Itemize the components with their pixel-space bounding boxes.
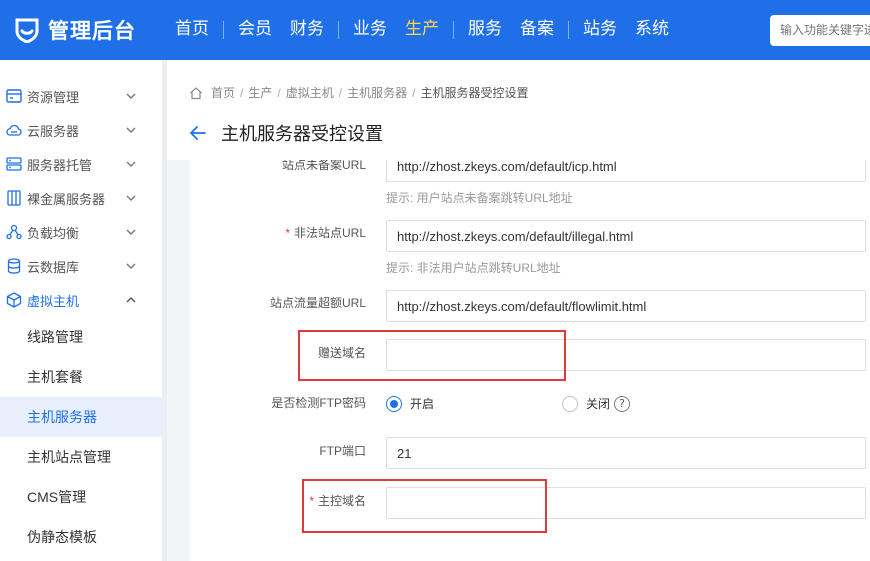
ftp-check-off-radio[interactable] <box>562 395 579 412</box>
nav-member[interactable]: 会员 <box>238 0 272 60</box>
chevron-down-icon <box>126 229 136 235</box>
ftp-check-radio-group: 开启 关闭 ? <box>386 395 631 412</box>
chevron-down-icon <box>126 127 136 133</box>
nav-finance[interactable]: 财务 <box>290 0 324 60</box>
ftp-check-label: 是否检测FTP密码 <box>271 396 366 410</box>
nav-system[interactable]: 系统 <box>635 0 669 60</box>
help-icon[interactable]: ? <box>614 395 631 412</box>
page-title: 主机服务器受控设置 <box>221 124 383 144</box>
nav-divider <box>338 21 339 39</box>
sidebar-sub-host-package[interactable]: 主机套餐 <box>0 357 162 397</box>
ftp-check-on-label[interactable]: 开启 <box>410 395 434 412</box>
flowlimit-url-label: 站点流量超额URL <box>269 296 366 310</box>
main-nav: 首页 会员 财务 业务 生产 服务 备案 站务 系统 <box>175 0 669 60</box>
icp-url-label: 站点未备案URL <box>281 160 366 172</box>
breadcrumb-home[interactable]: 首页 <box>211 84 235 101</box>
illegal-url-input[interactable] <box>386 220 866 252</box>
nav-filing[interactable]: 备案 <box>520 0 554 60</box>
breadcrumb-production[interactable]: 生产 <box>248 84 272 101</box>
icp-url-hint: 提示: 用户站点未备案跳转URL地址 <box>386 191 573 205</box>
sidebar-item-bare-metal[interactable]: 裸金属服务器 <box>0 181 162 215</box>
sidebar-sub-line-manage[interactable]: 线路管理 <box>0 317 162 357</box>
shield-logo-icon <box>15 18 39 43</box>
illegal-url-hint: 提示: 非法用户站点跳转URL地址 <box>386 261 561 275</box>
nav-divider <box>223 21 224 39</box>
highlight-box-gift-domain <box>298 330 566 381</box>
illegal-url-label: * 非法站点URL <box>285 226 366 240</box>
brand-logo[interactable]: 管理后台 <box>14 15 164 45</box>
ftp-port-label: FTP端口 <box>319 444 366 458</box>
sidebar-item-cloud-database[interactable]: 云数据库 <box>0 249 162 283</box>
sidebar-sub-rewrite-template[interactable]: 伪静态模板 <box>0 517 162 557</box>
chevron-down-icon <box>126 195 136 201</box>
sidebar-item-resource[interactable]: 资源管理 <box>0 79 162 113</box>
sidebar-sub-host-site[interactable]: 主机站点管理 <box>0 437 162 477</box>
sidebar: 资源管理 云服务器 服务器托管 裸金属服务器 负载均衡 云数据库 虚拟主机 线路… <box>0 60 162 561</box>
chevron-down-icon <box>126 263 136 269</box>
cube-icon <box>5 292 23 308</box>
nav-site-affairs[interactable]: 站务 <box>583 0 617 60</box>
nav-divider <box>568 21 569 39</box>
top-navbar: 管理后台 首页 会员 财务 业务 生产 服务 备案 站务 系统 <box>0 0 870 60</box>
title-row: 主机服务器受控设置 <box>189 120 383 146</box>
sidebar-sub-cms[interactable]: CMS管理 <box>0 477 162 517</box>
icp-url-input[interactable] <box>386 160 866 182</box>
flowlimit-url-input[interactable] <box>386 290 866 322</box>
ftp-check-on-radio[interactable] <box>386 395 402 412</box>
hosting-icon <box>5 156 23 172</box>
cloud-icon <box>5 122 23 138</box>
nav-service[interactable]: 服务 <box>468 0 502 60</box>
chevron-down-icon <box>126 93 136 99</box>
database-icon <box>5 258 23 274</box>
sidebar-item-cloud-server[interactable]: 云服务器 <box>0 113 162 147</box>
breadcrumb: 首页 / 生产 / 虚拟主机 / 主机服务器 / 主机服务器受控设置 <box>189 84 528 101</box>
chevron-up-icon <box>126 297 136 303</box>
sidebar-item-hosting[interactable]: 服务器托管 <box>0 147 162 181</box>
bare-metal-icon <box>5 190 23 206</box>
brand-name: 管理后台 <box>48 20 136 43</box>
sidebar-item-load-balance[interactable]: 负载均衡 <box>0 215 162 249</box>
ftp-check-off-label[interactable]: 关闭 <box>586 395 610 412</box>
nav-business[interactable]: 业务 <box>353 0 387 60</box>
page-header: 首页 / 生产 / 虚拟主机 / 主机服务器 / 主机服务器受控设置 主机服务器… <box>167 60 870 160</box>
breadcrumb-virtual-host[interactable]: 虚拟主机 <box>286 84 334 101</box>
back-arrow-icon[interactable] <box>189 124 207 142</box>
load-balance-icon <box>5 224 23 240</box>
nav-production[interactable]: 生产 <box>405 0 439 60</box>
home-icon[interactable] <box>189 86 203 100</box>
breadcrumb-current: 主机服务器受控设置 <box>420 86 529 100</box>
nav-divider <box>453 21 454 39</box>
sidebar-sub-host-server[interactable]: 主机服务器 <box>0 397 162 437</box>
highlight-box-master-domain <box>302 479 547 533</box>
chevron-down-icon <box>126 161 136 167</box>
sidebar-item-virtual-host[interactable]: 虚拟主机 <box>0 283 162 317</box>
ftp-port-input[interactable] <box>386 437 866 469</box>
breadcrumb-host-server[interactable]: 主机服务器 <box>347 84 407 101</box>
nav-home[interactable]: 首页 <box>175 0 209 60</box>
function-search-input[interactable] <box>770 15 870 46</box>
server-rack-icon <box>5 88 23 104</box>
